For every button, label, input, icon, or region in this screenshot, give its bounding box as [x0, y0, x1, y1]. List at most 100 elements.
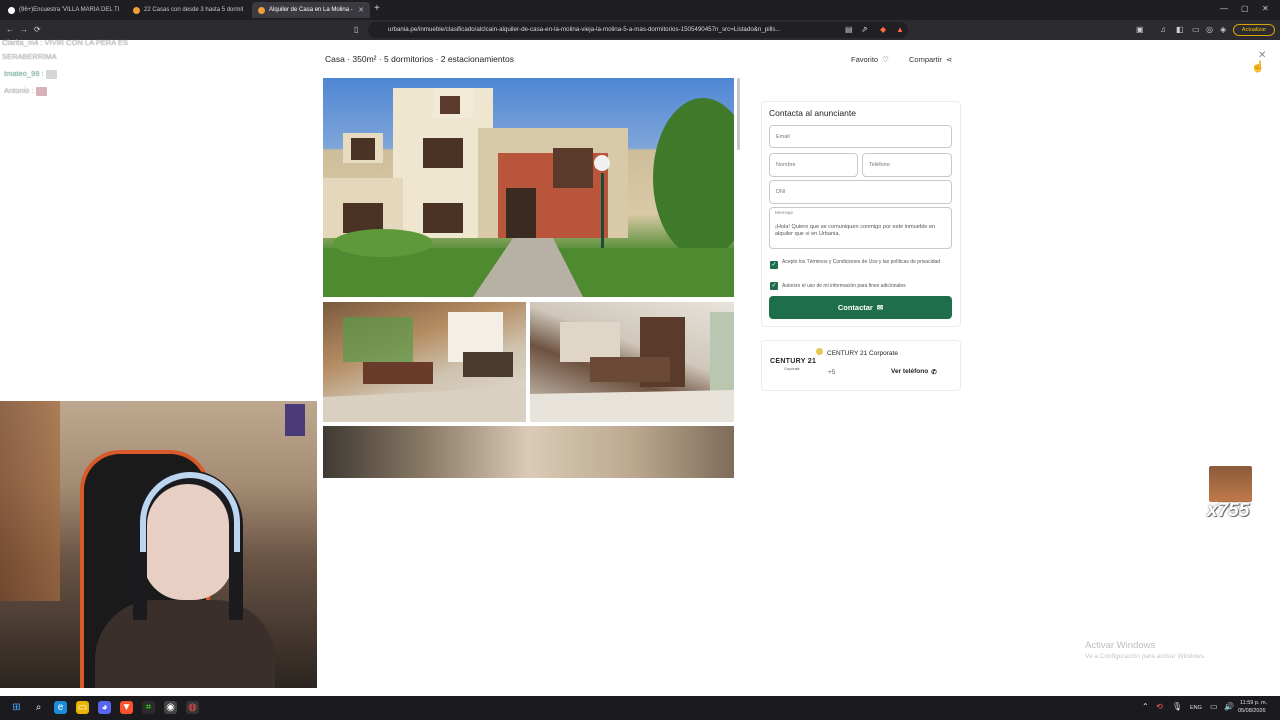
language-indicator[interactable]: ENG	[1190, 705, 1202, 711]
emote-icon	[35, 86, 47, 96]
favorite-button[interactable]: Favorito ♡	[851, 55, 889, 64]
tray-chevron-icon[interactable]: ⌃	[1142, 702, 1149, 711]
tab-favicon-icon	[258, 6, 265, 14]
webcam-poster	[285, 404, 305, 436]
tab-2[interactable]: 22 Casas con desde 3 hasta 5 dormit	[127, 2, 251, 18]
network-icon[interactable]: ▭	[1210, 702, 1218, 711]
data-use-checkbox[interactable]: ✓	[770, 282, 778, 290]
minimize-icon[interactable]: —	[1220, 4, 1228, 13]
brave-shield-icon[interactable]: ◆	[880, 25, 886, 34]
favorite-label: Favorito	[851, 55, 879, 64]
close-tab-icon[interactable]: ✕	[358, 6, 364, 14]
message-text[interactable]: ¡Hola! Quiero que se comuniquen conmigo …	[775, 224, 947, 238]
meme-counter: x755	[1207, 500, 1250, 521]
agent-card	[761, 340, 961, 391]
search-icon[interactable]: ⌕	[32, 701, 45, 714]
share-icon: ⋖	[945, 55, 953, 64]
chat-message-continued: SERABERRIMA	[2, 52, 57, 61]
start-icon[interactable]: ⊞	[10, 701, 23, 714]
share-page-icon[interactable]: ⇗	[861, 25, 868, 34]
tab-favicon-icon	[8, 6, 15, 14]
emote-icon	[45, 69, 57, 79]
agent-logo: CENTURY 21	[770, 358, 817, 365]
forward-icon[interactable]: →	[20, 25, 28, 34]
obs-icon[interactable]: ◉	[164, 701, 177, 714]
update-button[interactable]: Actualizar	[1233, 24, 1275, 36]
reload-icon[interactable]: ⟳	[34, 25, 41, 34]
wallet-icon[interactable]: ▭	[1192, 25, 1200, 34]
clock-time[interactable]: 11:59 p. m.	[1240, 700, 1267, 706]
message-label: Mensaje	[775, 211, 794, 216]
tab-3-active[interactable]: Alquiler de Casa en La Molina - ✕	[252, 2, 370, 18]
phone-field[interactable]	[862, 153, 952, 177]
reader-icon[interactable]: ▤	[845, 25, 853, 34]
heart-icon: ♡	[882, 55, 889, 64]
contact-button[interactable]: Contactar ✉	[769, 296, 952, 319]
window-close-icon[interactable]: ✕	[1262, 4, 1269, 13]
brave-rewards-icon[interactable]: ▲	[896, 25, 904, 34]
house-facade-illustration	[323, 88, 734, 297]
volume-icon[interactable]: 🔊	[1224, 702, 1234, 711]
main-photo[interactable]	[323, 78, 734, 297]
activate-windows-title: Activar Windows	[1085, 640, 1156, 651]
chat-message: tmateo_99 :	[4, 69, 57, 79]
webcam-shelf	[0, 401, 60, 601]
activate-windows-subtitle: Ve a Configuración para activar Windows.	[1085, 653, 1206, 660]
brave-icon[interactable]: ▼	[120, 701, 133, 714]
tab-1[interactable]: (96+)Encuestra 'VILLA MARIA DEL TI	[2, 2, 126, 18]
extensions-icon[interactable]: ▣	[1136, 25, 1144, 34]
agent-more-count: +5	[828, 369, 836, 376]
gallery-photo-living-room[interactable]	[323, 302, 526, 422]
recorder-icon[interactable]: ◍	[186, 701, 199, 714]
terms-label: Acepto los Términos y Condiciones de Uso…	[782, 259, 941, 265]
maximize-icon[interactable]: ▢	[1241, 4, 1249, 13]
new-tab-icon[interactable]: +	[374, 3, 380, 14]
shield-icon[interactable]: ◈	[1220, 25, 1226, 34]
gallery-scrollbar[interactable]	[737, 78, 740, 150]
verified-badge-icon	[816, 348, 823, 355]
microphone-icon[interactable]: 🎙	[1172, 702, 1182, 711]
name-field[interactable]	[769, 153, 858, 177]
email-field[interactable]	[769, 125, 952, 148]
url-input[interactable]: urbania.pe/inmueble/clasificado/alclcain…	[368, 22, 908, 38]
agent-logo-sub: Corporate	[784, 367, 800, 371]
tray-app-icon[interactable]: ⟲	[1156, 702, 1163, 711]
sidebar-icon[interactable]: ◧	[1176, 25, 1184, 34]
dni-field[interactable]	[769, 180, 952, 204]
mail-icon: ✉	[876, 303, 884, 312]
listing-summary: Casa · 350m² · 5 dormitorios · 2 estacio…	[325, 54, 514, 64]
gallery-photo-hallway[interactable]	[323, 426, 734, 478]
gallery-photo-dining-room[interactable]	[530, 302, 734, 422]
dining-room-illustration	[530, 312, 734, 422]
chat-message: Clarita_m4 : VIVIR CON LA PERA ES	[2, 38, 128, 47]
living-room-illustration	[323, 312, 526, 422]
terminal-icon[interactable]: ⌗	[142, 701, 155, 714]
back-icon[interactable]: ←	[6, 25, 14, 34]
chat-message: Antonio :	[4, 86, 47, 96]
tab-label: 22 Casas con desde 3 hasta 5 dormit	[144, 7, 244, 13]
contact-button-label: Contactar	[837, 303, 873, 312]
chat-author: tmateo_99 :	[4, 69, 44, 78]
contact-form-title: Contacta al anunciante	[769, 108, 856, 118]
share-button[interactable]: Compartir ⋖	[909, 55, 952, 64]
file-explorer-icon[interactable]: ▭	[76, 701, 89, 714]
hand-cursor-icon: ☝	[1251, 61, 1265, 73]
tab-favicon-icon	[133, 6, 140, 14]
discord-icon[interactable]: ◕	[98, 701, 111, 714]
meme-emote-image	[1209, 466, 1252, 502]
phone-icon: ✆	[931, 369, 937, 376]
edge-icon[interactable]: e	[54, 701, 67, 714]
tab-label: (96+)Encuestra 'VILLA MARIA DEL TI	[19, 7, 120, 13]
chat-author: Antonio :	[4, 86, 34, 95]
bookmark-icon[interactable]: ▯	[354, 25, 358, 34]
terms-checkbox[interactable]: ✓	[770, 261, 778, 269]
view-phone-button[interactable]: Ver teléfono ✆	[891, 368, 937, 376]
tab-label: Alquiler de Casa en La Molina -	[269, 7, 353, 13]
clock-date[interactable]: 05/08/2026	[1238, 708, 1266, 714]
share-label: Compartir	[909, 55, 942, 64]
media-icon[interactable]: ♫	[1160, 25, 1166, 34]
data-use-label: Autorizo el uso de mi información para f…	[782, 283, 906, 289]
agent-name[interactable]: CENTURY 21 Corporate	[827, 350, 898, 357]
view-phone-label: Ver teléfono	[891, 368, 929, 375]
vpn-icon[interactable]: ◎	[1206, 25, 1213, 34]
